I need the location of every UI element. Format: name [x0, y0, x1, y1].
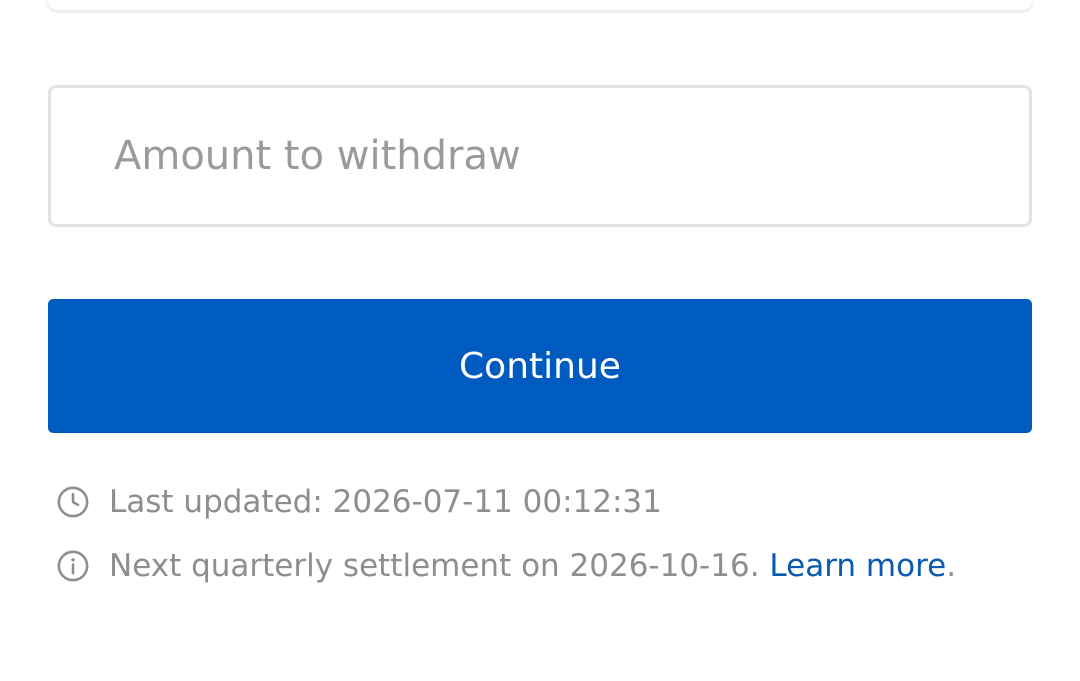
- settlement-notice-period: .: [946, 548, 957, 584]
- info-icon: [57, 550, 89, 582]
- withdraw-page: Continue Last updated: 2026-07-11 00:12:…: [0, 0, 1080, 681]
- amount-field-container: [48, 85, 1032, 227]
- settlement-notice-row: Next quarterly settlement on 2026-10-16.…: [56, 546, 956, 586]
- clock-icon: [57, 486, 89, 518]
- continue-button[interactable]: Continue: [48, 299, 1032, 433]
- learn-more-link[interactable]: Learn more: [769, 548, 946, 584]
- last-updated-row: Last updated: 2026-07-11 00:12:31: [56, 482, 662, 522]
- settlement-notice-text: Next quarterly settlement on 2026-10-16.: [109, 548, 770, 584]
- last-updated-text: Last updated: 2026-07-11 00:12:31: [109, 484, 662, 520]
- amount-to-withdraw-input[interactable]: [51, 88, 1029, 224]
- top-card: [48, 0, 1032, 10]
